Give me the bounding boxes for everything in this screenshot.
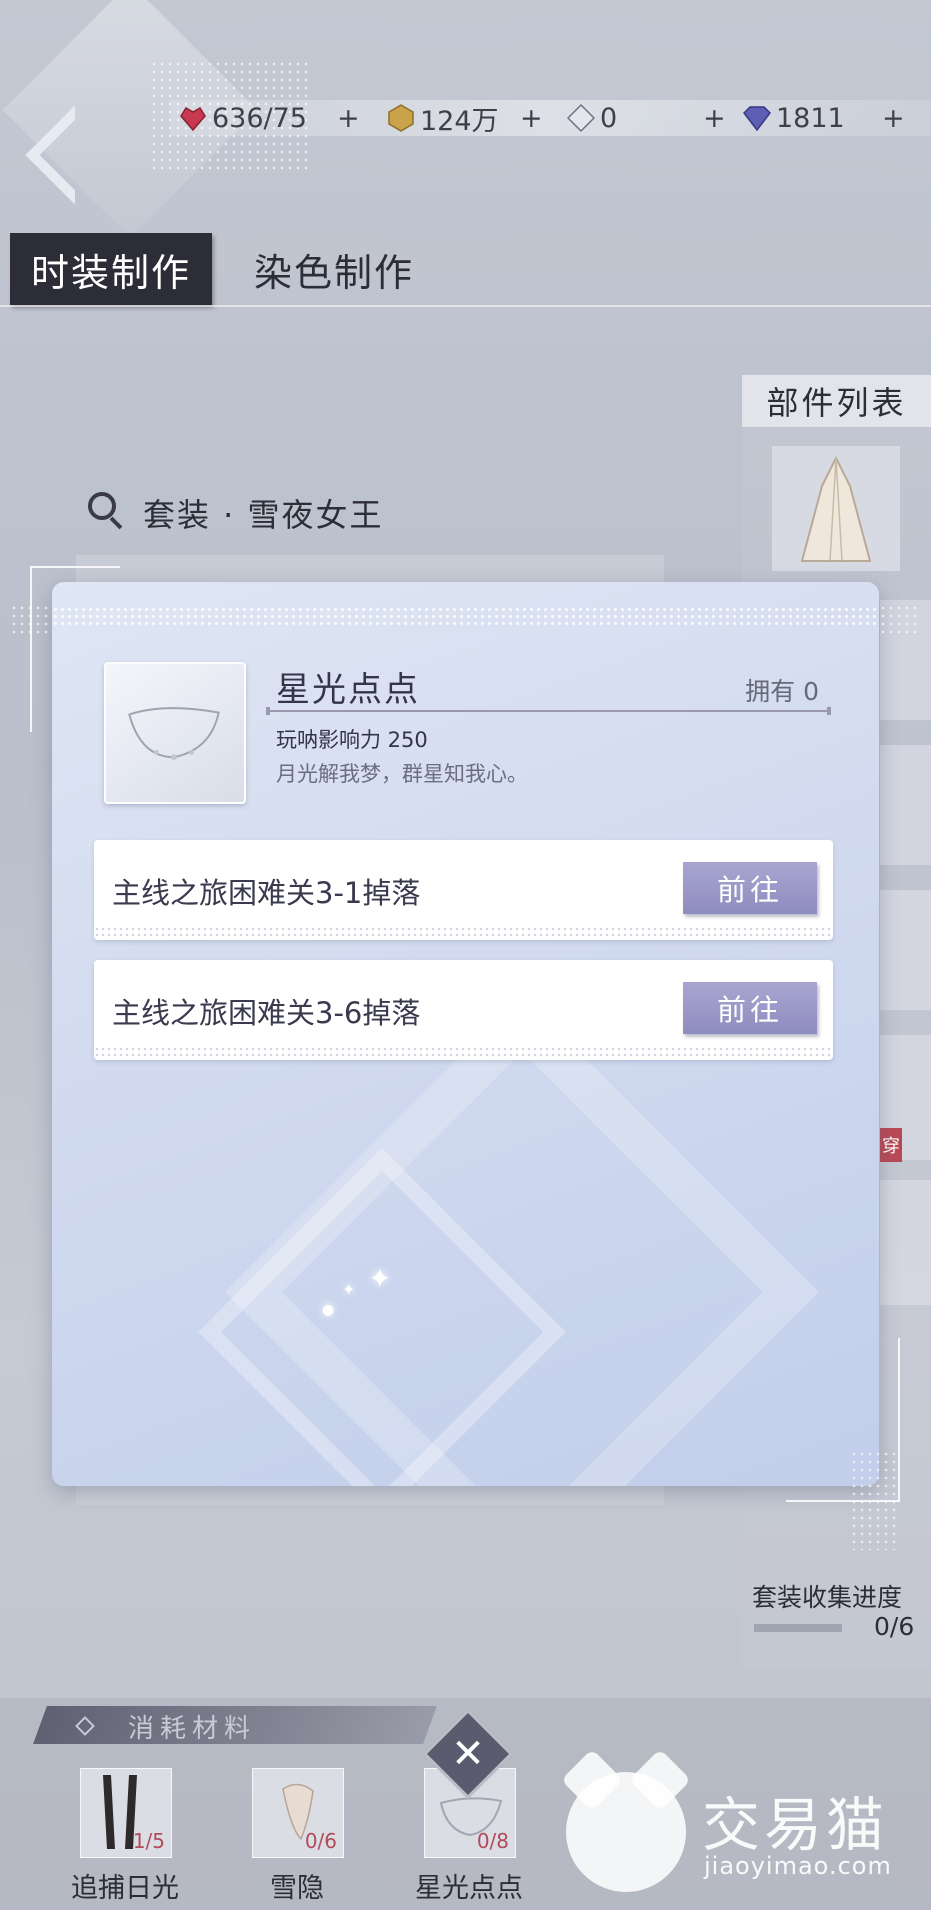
material-name: 星光点点 <box>415 1873 523 1904</box>
crystal-value: 0 <box>600 102 618 134</box>
gold-value: 124万 <box>420 105 499 137</box>
diamond-icon <box>743 106 771 132</box>
tab-divider <box>0 305 931 307</box>
watermark-brand: 交易猫 <box>702 1791 889 1859</box>
item-thumbnail <box>104 662 246 804</box>
row-dot-line <box>94 1046 833 1056</box>
search-icon[interactable] <box>88 492 116 520</box>
watermark-logo <box>566 1772 686 1892</box>
suit-search-label: 套装 · 雪夜女王 <box>143 496 384 534</box>
dot-decoration <box>850 1450 900 1550</box>
add-diamond-button[interactable]: + <box>882 100 905 136</box>
watermark-url: jiaoyimao.com <box>704 1852 892 1880</box>
stamina-value: 636/75 <box>212 102 307 134</box>
item-name: 星光点点 <box>276 670 420 710</box>
add-crystal-button[interactable]: + <box>703 100 726 136</box>
part-slot[interactable] <box>880 890 931 1010</box>
material-count: 0/8 <box>476 1829 509 1853</box>
material-name: 追捕日光 <box>71 1873 179 1904</box>
item-source-modal: ✦ ✦ ● 星光点点 拥有 0 玩呐影响力 250 月光解我梦，群星知我心。 主… <box>52 582 879 1486</box>
source-row: 主线之旅困难关3-1掉落 前往 <box>94 840 833 940</box>
modal-dot-border <box>52 606 879 628</box>
source-row: 主线之旅困难关3-6掉落 前往 <box>94 960 833 1060</box>
gold-coin-icon <box>388 104 414 132</box>
sparkle-icon: ✦ <box>368 1262 392 1295</box>
part-slot[interactable] <box>880 745 931 865</box>
item-description: 月光解我梦，群星知我心。 <box>276 762 528 786</box>
wearing-tag: 穿 <box>880 1128 902 1162</box>
material-slot[interactable]: 0/6 <box>252 1768 344 1858</box>
go-button[interactable]: 前往 <box>683 862 817 914</box>
corner-bracket <box>30 566 32 732</box>
material-count: 1/5 <box>132 1829 165 1853</box>
part-thumbnail[interactable] <box>772 446 900 571</box>
resource-crystal: 0 <box>566 100 617 136</box>
collection-progress-bar <box>754 1624 842 1632</box>
owned-count: 拥有 0 <box>745 677 819 706</box>
corner-bracket <box>30 566 120 568</box>
title-divider <box>266 707 831 715</box>
close-button[interactable]: ✕ <box>436 1722 500 1786</box>
diamond-value: 1811 <box>776 102 845 134</box>
necklace-icon <box>128 707 220 761</box>
source-text: 主线之旅困难关3-6掉落 <box>112 996 421 1030</box>
material-count: 0/6 <box>304 1829 337 1853</box>
dress-icon <box>800 455 872 562</box>
crystal-icon <box>566 103 596 133</box>
parts-list-title: 部件列表 <box>742 375 931 427</box>
tab-fashion-making[interactable]: 时装制作 <box>10 233 212 305</box>
sparkle-icon: ✦ <box>342 1280 356 1299</box>
go-button[interactable]: 前往 <box>683 982 817 1034</box>
collection-progress-value: 0/6 <box>874 1612 915 1641</box>
item-stat: 玩呐影响力 250 <box>276 728 428 752</box>
collection-progress-label: 套装收集进度 <box>752 1583 903 1612</box>
material-name: 雪隐 <box>270 1873 324 1904</box>
tab-dye-making[interactable]: 染色制作 <box>254 233 414 305</box>
dot-decoration <box>10 604 52 634</box>
source-text: 主线之旅困难关3-1掉落 <box>112 876 421 910</box>
sparkle-icon: ● <box>322 1302 335 1318</box>
resource-gold: 124万 <box>386 100 499 137</box>
row-dot-line <box>94 926 833 936</box>
add-stamina-button[interactable]: + <box>337 100 360 136</box>
materials-label: 消耗材料 <box>128 1714 257 1744</box>
material-slot[interactable]: 1/5 <box>80 1768 172 1858</box>
ruby-heart-icon <box>180 106 206 132</box>
dot-decoration <box>879 604 921 634</box>
resource-stamina: 636/75 <box>178 100 307 136</box>
add-gold-button[interactable]: + <box>520 100 543 136</box>
part-slot[interactable] <box>880 1180 931 1305</box>
resource-diamond: 1811 <box>742 100 845 136</box>
